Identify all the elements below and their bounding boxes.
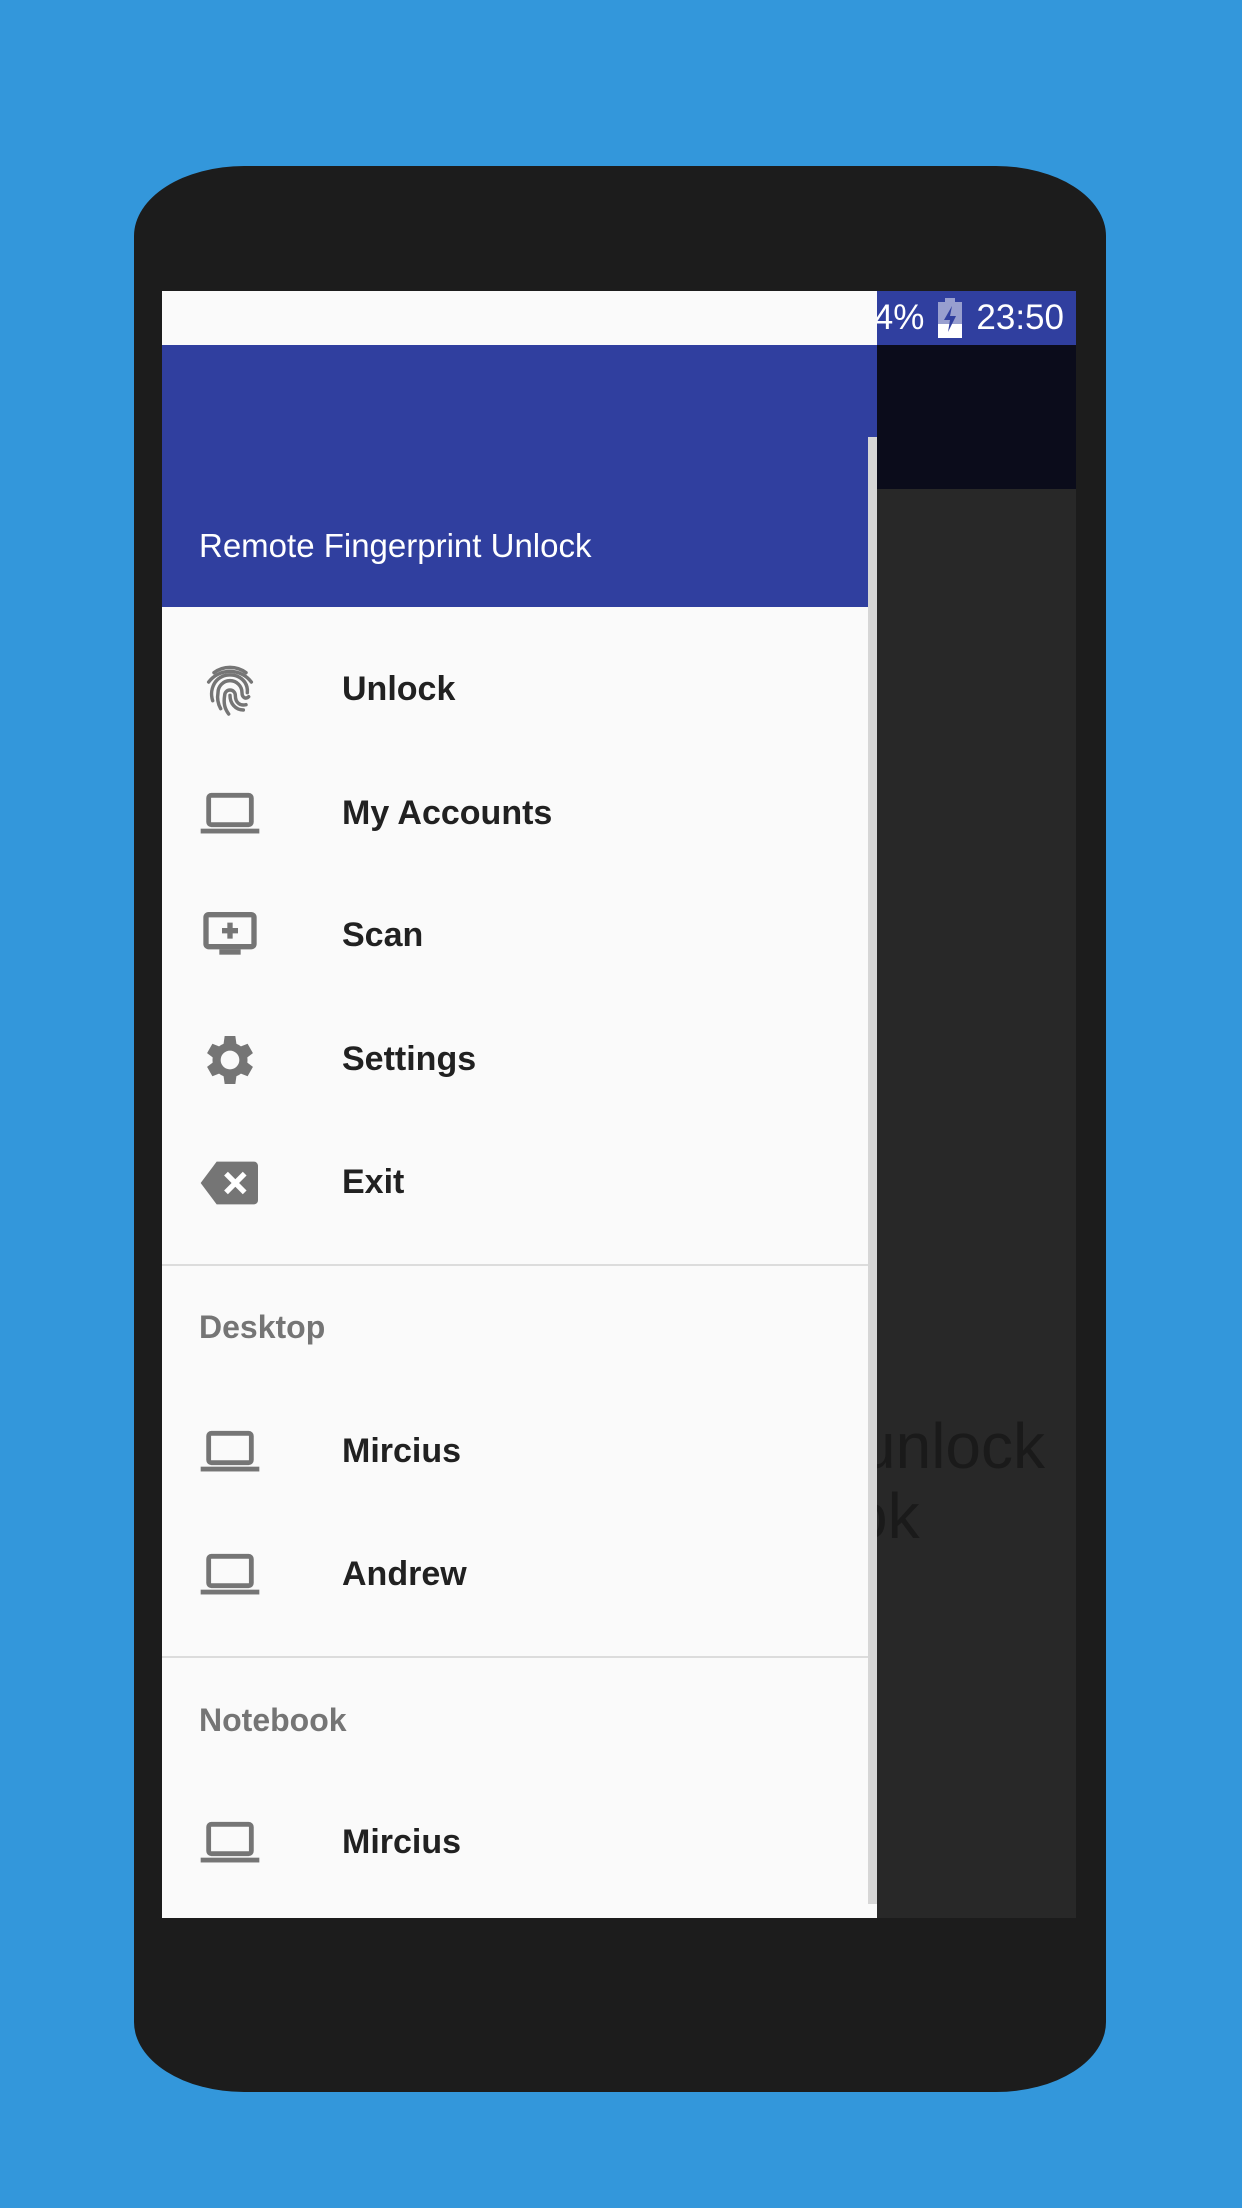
fingerprint-icon [206, 665, 254, 716]
screen: unlock ok 34% 23:50 Remote Fingerprint U… [162, 291, 1076, 1918]
device-label: Mircius [342, 1432, 462, 1470]
add-to-queue-icon [203, 911, 257, 955]
menu-item-label: Scan [342, 916, 424, 954]
drawer-title: Remote Fingerprint Unlock [199, 527, 592, 564]
menu-item-label: Settings [342, 1040, 477, 1078]
device-item[interactable]: Andrew [162, 1513, 868, 1636]
laptop-icon [200, 1430, 260, 1471]
navigation-drawer: Remote Fingerprint Unlock Unlock My Acco… [162, 291, 877, 1918]
menu-item-scan[interactable]: Scan [162, 874, 868, 997]
menu-item-label: My Accounts [342, 794, 553, 832]
device-label: Mircius [342, 1823, 462, 1861]
gear-icon [207, 1035, 253, 1084]
clock: 23:50 [976, 298, 1064, 337]
section-header: Desktop [199, 1309, 326, 1345]
menu-item-label: Exit [342, 1163, 405, 1201]
background-text: unlock [860, 1410, 1045, 1482]
menu-item-exit[interactable]: Exit [162, 1121, 868, 1244]
menu-item-label: Unlock [342, 670, 456, 708]
drawer-header: Remote Fingerprint Unlock [162, 345, 877, 607]
device-item-selected[interactable]: Mircius [162, 1781, 868, 1904]
menu-item-unlock[interactable]: Unlock [162, 628, 868, 751]
divider [162, 1656, 868, 1658]
menu-item-settings[interactable]: Settings [162, 998, 868, 1121]
menu-item-my-accounts[interactable]: My Accounts [162, 752, 868, 875]
divider [162, 1264, 868, 1266]
battery-charging-icon [938, 298, 963, 338]
backspace-icon [200, 1161, 258, 1204]
section-header: Notebook [199, 1702, 347, 1738]
laptop-icon [200, 1821, 260, 1862]
scrollbar[interactable] [868, 437, 877, 1904]
device-item[interactable]: Mircius [162, 1390, 868, 1513]
device-label: Andrew [342, 1555, 467, 1593]
laptop-icon [200, 792, 260, 833]
laptop-icon [200, 1553, 260, 1594]
